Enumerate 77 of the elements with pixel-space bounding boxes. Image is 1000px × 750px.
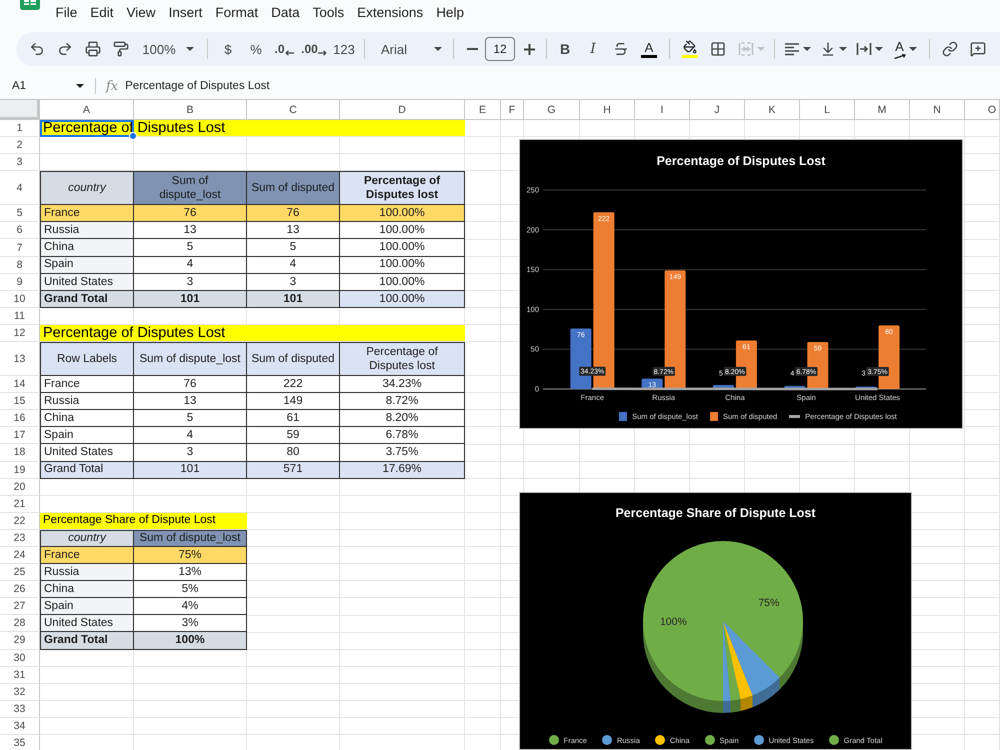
table-cell: 3 [247, 274, 340, 291]
total-cell: 101 [134, 462, 247, 479]
table-cell: Spain [40, 427, 134, 444]
table-cell: 100.00% [340, 239, 465, 257]
total-cell: Grand Total [40, 462, 134, 479]
table-cell: 13 [134, 393, 247, 410]
table-cell: 149 [247, 393, 340, 410]
table-cell: 8.72% [340, 393, 465, 410]
title-cell: Percentage Share of Dispute Lost [40, 512, 247, 530]
chart-title: Percentage Share of Dispute Lost [615, 505, 816, 521]
total-cell: Grand Total [40, 632, 134, 650]
table-cell: China [40, 410, 134, 428]
table-cell: United States [40, 274, 134, 291]
title-cell: Percentage of Disputes Lost [40, 324, 465, 342]
table-cell: 3 [134, 274, 247, 291]
table-cell: China [40, 239, 134, 257]
header-cell: Sum of disputed [247, 342, 340, 376]
table-cell: 4 [134, 256, 247, 274]
header-cell: Sum of dispute_lost [134, 171, 247, 206]
total-cell: 100.00% [340, 290, 465, 308]
header-cell: Sum of dispute_lost [134, 342, 247, 376]
total-cell: Grand Total [40, 290, 134, 308]
table-cell: 13% [134, 564, 247, 582]
table-cell: 4 [134, 427, 247, 444]
table-cell: Russia [40, 393, 134, 410]
table-cell: France [40, 376, 134, 394]
total-cell: 101 [247, 290, 340, 308]
table-cell: United States [40, 444, 134, 462]
table-cell: 61 [247, 410, 340, 428]
table-cell: 5 [247, 239, 340, 257]
table-cell: Spain [40, 598, 134, 616]
header-cell: Percentage of Disputes lost [340, 171, 465, 206]
table-cell: 5 [134, 239, 247, 257]
data-label: 75% [758, 597, 780, 610]
table-cell: Spain [40, 256, 134, 274]
table-cell: 100.00% [340, 205, 465, 222]
header-cell: Sum of dispute_lost [134, 530, 247, 547]
table-cell: 100.00% [340, 274, 465, 291]
table-cell: 4 [247, 256, 340, 274]
header-cell: Sum of disputed [247, 171, 340, 206]
data-label: 100% [660, 616, 687, 628]
table-cell: 3 [134, 444, 247, 462]
header-cell: country [40, 530, 134, 547]
table-cell: United States [40, 615, 134, 632]
table-cell: 5 [134, 410, 247, 428]
table-cell: Russia [40, 564, 134, 582]
table-cell: 76 [247, 205, 340, 222]
table-cell: 13 [134, 222, 247, 240]
table-cell: 222 [247, 376, 340, 394]
header-cell: country [40, 171, 134, 206]
header-cell: Percentage of Disputes lost [340, 342, 465, 376]
table-cell: 6.78% [340, 427, 465, 444]
table-cell: 100.00% [340, 222, 465, 240]
table-cell: 59 [247, 427, 340, 444]
table-cell: 100.00% [340, 256, 465, 274]
table-cell: 5% [134, 581, 247, 598]
total-cell: 17.69% [340, 462, 465, 479]
table-cell: 3% [134, 615, 247, 632]
header-cell: Row Labels [40, 342, 134, 376]
function-label: fx [106, 78, 118, 94]
total-cell: 571 [247, 462, 340, 479]
table-cell: 3.75% [340, 444, 465, 462]
table-cell: 80 [247, 444, 340, 462]
table-cell: 75% [134, 546, 247, 564]
table-cell: China [40, 581, 134, 598]
table-cell: 8.20% [340, 410, 465, 428]
table-cell: France [40, 546, 134, 564]
total-cell: 101 [134, 290, 247, 308]
total-cell: 100% [134, 632, 247, 650]
table-cell: 13 [247, 222, 340, 240]
chart-title: Percentage of Disputes Lost [656, 153, 826, 169]
table-cell: 76 [134, 376, 247, 394]
table-cell: 76 [134, 205, 247, 222]
table-cell: Russia [40, 222, 134, 240]
table-cell: 34.23% [340, 376, 465, 394]
table-cell: France [40, 205, 134, 222]
table-cell: 4% [134, 598, 247, 616]
